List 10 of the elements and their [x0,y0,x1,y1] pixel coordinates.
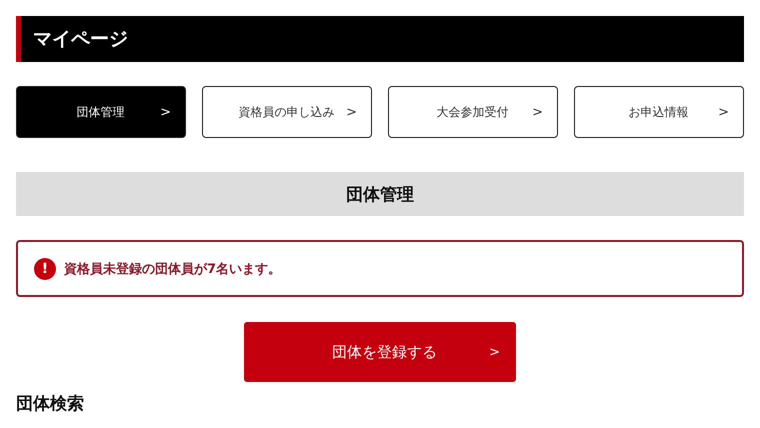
nav-tab[interactable]: 資格員の申し込み > [202,86,372,138]
alert-message: 資格員未登録の団体員が7名います。 [64,260,282,278]
alert-icon: ! [34,258,56,280]
page-title: マイページ [33,27,128,52]
nav-tab[interactable]: 団体管理 > [16,86,186,138]
nav-tab[interactable]: 大会参加受付 > [388,86,558,138]
section-title: 団体管理 [346,184,414,206]
section-heading: 団体検索 [16,394,85,414]
register-button[interactable]: 団体を登録する > [244,322,516,382]
nav-tab[interactable]: お申込情報 > [574,86,744,138]
